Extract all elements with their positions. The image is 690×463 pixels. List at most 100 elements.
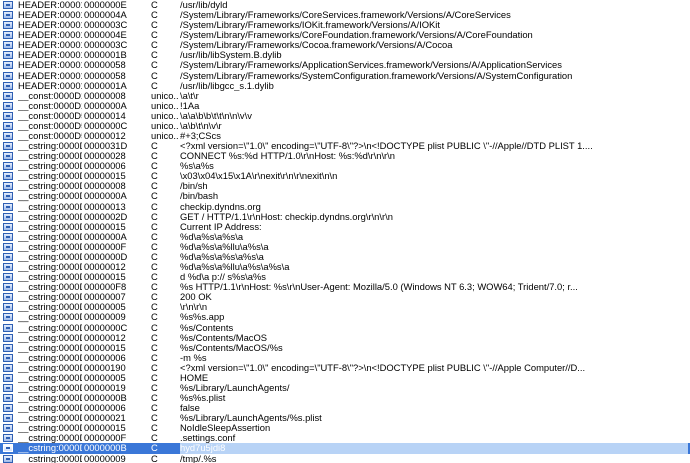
string-row[interactable]: __cstring:0000D...0000031D C <?xml version… [0,141,690,151]
type-cell: C [151,30,158,41]
string-cell: %s/Library/LaunchAgents/ [180,382,290,393]
string-row[interactable]: __cstring:0000D...00000012 C %s/Contents/M… [0,333,690,343]
type-cell: unico... [151,110,179,121]
string-row[interactable]: HEADER:00001...0000000E C/usr/lib/dyld [0,0,690,10]
string-row[interactable]: __cstring:0000D...00000190 C <?xml version… [0,363,690,373]
type-cell: unico... [151,120,179,131]
length-cell: 0000000C [84,322,128,333]
string-icon [3,152,13,161]
address-cell: __cstring:0000D... [18,211,82,222]
string-icon [3,132,13,141]
string-row[interactable]: __cstring:0000D...00000008 C/bin/sh [0,181,690,191]
address-cell: __cstring:0000D... [18,151,82,162]
string-row[interactable]: __cstring:0000D...0000000C C %s/Contents [0,323,690,333]
address-cell: HEADER:00001... [18,10,82,21]
string-row[interactable]: __cstring:0000D...00000021 C %s/Library/La… [0,413,690,423]
string-row[interactable]: __cstring:0000D...0000000B C %s%s.plist [0,393,690,403]
string-row[interactable]: HEADER:00001...0000004A C/System/Library/… [0,10,690,20]
address-cell: HEADER:00001... [18,60,82,71]
string-row[interactable]: __const:0000D5...00000014 unico...\a\a\b\… [0,111,690,121]
address-cell: __cstring:0000D... [18,171,82,182]
string-row[interactable]: __cstring:0000D...00000007 C 200 OK [0,292,690,302]
string-row[interactable]: HEADER:00001...00000058 C/System/Library/… [0,71,690,81]
string-row[interactable]: HEADER:00001...0000001A C/usr/lib/libgcc_… [0,81,690,91]
string-icon [3,182,13,191]
string-row[interactable]: __cstring:0000D...00000019 C %s/Library/La… [0,383,690,393]
string-row[interactable]: __cstring:0000D...00000028 C CONNECT %s:%d… [0,151,690,161]
string-icon [3,61,13,70]
strings-list[interactable]: HEADER:00001...0000000EC/usr/lib/dyldHEA… [0,0,690,463]
address-cell: __cstring:0000D... [18,181,82,192]
address-cell: __const:0000D2... [18,100,82,111]
length-cell: 000000F8 [84,282,127,293]
string-icon [3,41,13,50]
string-cell: %s/Contents/MacOS [180,332,268,343]
string-cell: /bin/bash [180,191,219,202]
string-cell: <?xml version=\"1.0\" encoding=\"UTF-8\"… [180,362,586,373]
string-row[interactable]: HEADER:00001...0000003C C/System/Library/… [0,40,690,50]
length-cell: 0000000D [84,251,128,262]
length-cell: 00000006 [84,352,126,363]
string-row[interactable]: __cstring:0000D...0000000A C %d\a%s\a%s\a [0,232,690,242]
string-row[interactable]: __cstring:0000D...00000009 C/tmp/.%s [0,454,690,463]
string-row[interactable]: __cstring:0000D...00000015 Cd %d\a p:// s… [0,272,690,282]
type-cell: C [151,151,158,162]
string-icon [3,91,13,100]
string-row[interactable]: HEADER:00001...0000001B C/usr/lib/libSyst… [0,50,690,60]
string-cell: d %d\a p:// s%s\a%s [180,272,266,283]
string-row[interactable]: __const:0000D5...0000000C unico...\a\b\t\… [0,121,690,131]
string-row[interactable]: __cstring:0000D...0000000A C/bin/bash [0,191,690,201]
string-row[interactable]: __cstring:0000D...0000000F C %d\a%s\a%llu\… [0,242,690,252]
string-row[interactable]: __cstring:0000D...00000006 C -m %s [0,353,690,363]
string-row[interactable]: __cstring:0000D...0000000D C %d\a%s\a%s\a%… [0,252,690,262]
string-cell: %d\a%s\a%s\a%s\a [180,251,264,262]
string-icon [3,81,13,90]
type-cell: C [151,20,158,31]
type-cell: unico... [151,100,179,111]
length-cell: 00000005 [84,302,126,313]
string-icon [3,353,13,362]
length-cell: 0000003C [84,40,128,51]
length-cell: 00000015 [84,171,126,182]
string-row[interactable]: __cstring:0000D...00000012 C %d\a%s\a%llu\… [0,262,690,272]
string-row[interactable]: __cstring:0000D...00000005 C HOME [0,373,690,383]
string-row[interactable]: HEADER:00001...00000058 C/System/Library/… [0,60,690,70]
string-row[interactable]: __cstring:0000D...00000015 C NoIdleSleepAs… [0,423,690,433]
string-row[interactable]: __cstring:0000D...00000009 C %s%s.app [0,312,690,322]
string-row[interactable]: __cstring:0000D...000000F8 C %s HTTP/1.1\… [0,282,690,292]
type-cell: C [151,40,158,51]
type-cell: C [151,241,158,252]
length-cell: 0000000B [84,443,127,454]
length-cell: 00000008 [84,181,126,192]
string-row[interactable]: __cstring:0000D...00000005 C \r\n\r\n [0,302,690,312]
address-cell: __cstring:0000D... [18,141,82,152]
string-icon [3,202,13,211]
length-cell: 00000012 [84,131,126,142]
string-row-selected[interactable]: __cstring:0000D...0000000B Chyd7u5jdi8 [0,443,690,454]
type-cell: C [151,211,158,222]
length-cell: 00000009 [84,453,126,463]
string-icon [3,31,13,40]
string-row[interactable]: __cstring:0000D...00000006 C %s\a%s [0,161,690,171]
string-icon [3,323,13,332]
string-row[interactable]: HEADER:00001...0000003C C/System/Library/… [0,20,690,30]
string-row[interactable]: __cstring:0000D...0000002D C GET / HTTP/1.… [0,212,690,222]
address-cell: __cstring:0000D... [18,262,82,273]
string-row[interactable]: __cstring:0000D...0000000F C .settings.con… [0,433,690,443]
string-row[interactable]: __cstring:0000D...00000015 C \x03\x04\x15\… [0,171,690,181]
string-row[interactable]: HEADER:00001...0000004E C/System/Library/… [0,30,690,40]
string-row[interactable]: __cstring:0000D...00000015 C Current IP Ad… [0,222,690,232]
string-icon [3,111,13,120]
address-cell: __cstring:0000D... [18,231,82,242]
string-row[interactable]: __cstring:0000D...00000013 Ccheckip.dyndn… [0,202,690,212]
string-row[interactable]: __cstring:0000D...00000006 Cfalse [0,403,690,413]
string-icon [3,101,13,110]
string-cell: #+3;CScs [180,131,221,142]
string-row[interactable]: __cstring:0000D...00000015 C %s/Contents/M… [0,343,690,353]
length-cell: 0000000A [84,100,127,111]
string-row[interactable]: __const:0000D2...0000000A unico...!1Aa [0,101,690,111]
string-row[interactable]: __const:0000D5...00000012 unico...#+3;CSc… [0,131,690,141]
string-cell: \a\t\r [180,90,199,101]
string-cell: \a\a\b\b\t\t\n\n\v\v [180,110,252,121]
string-row[interactable]: __const:0000D2...00000008 unico...\a\t\r [0,91,690,101]
